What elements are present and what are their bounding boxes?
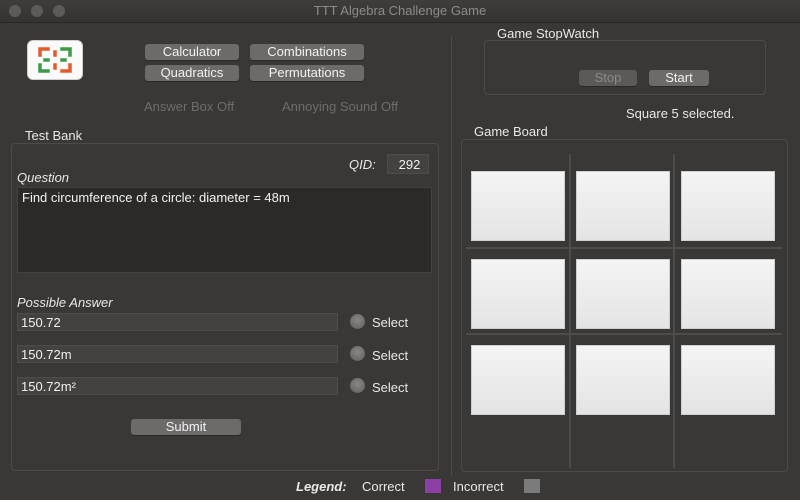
board-gridline — [466, 333, 782, 335]
answer-1-radio[interactable] — [350, 314, 365, 329]
board-square-7[interactable] — [471, 345, 565, 415]
legend-label: Legend: — [296, 479, 347, 494]
answer-1-select-label[interactable]: Select — [372, 315, 408, 330]
board-square-5[interactable] — [576, 259, 670, 329]
answer-box-toggle[interactable]: Answer Box Off — [144, 99, 234, 114]
window-title: TTT Algebra Challenge Game — [313, 3, 487, 18]
board-square-6[interactable] — [681, 259, 775, 329]
answer-2-select-label[interactable]: Select — [372, 348, 408, 363]
answer-field-1[interactable]: 150.72 — [17, 313, 338, 331]
qid-label: QID: — [349, 157, 376, 172]
board-gridline — [673, 154, 675, 468]
answer-field-2[interactable]: 150.72m — [17, 345, 338, 363]
board-gridline — [569, 154, 571, 468]
legend-incorrect-label: Incorrect — [453, 479, 504, 494]
board-square-8[interactable] — [576, 345, 670, 415]
qid-field[interactable]: 292 — [387, 154, 429, 174]
answer-3-select-label[interactable]: Select — [372, 380, 408, 395]
board-square-9[interactable] — [681, 345, 775, 415]
board-square-3[interactable] — [681, 171, 775, 241]
board-gridline — [466, 247, 782, 249]
game-board-title: Game Board — [474, 124, 548, 139]
board-square-2[interactable] — [576, 171, 670, 241]
legend-correct-swatch — [425, 479, 441, 493]
answer-2-radio[interactable] — [350, 346, 365, 361]
board-square-1[interactable] — [471, 171, 565, 241]
app-logo-icon — [27, 40, 83, 80]
title-bar: TTT Algebra Challenge Game — [0, 0, 800, 23]
combinations-button[interactable]: Combinations — [250, 44, 364, 60]
question-text-area[interactable]: Find circumference of a circle: diameter… — [17, 187, 432, 273]
submit-button[interactable]: Submit — [131, 419, 241, 435]
permutations-button[interactable]: Permutations — [250, 65, 364, 81]
stopwatch-panel — [484, 40, 766, 95]
legend-correct-label: Correct — [362, 479, 405, 494]
annoying-sound-toggle[interactable]: Annoying Sound Off — [282, 99, 398, 114]
possible-answer-label: Possible Answer — [17, 295, 113, 310]
stop-button[interactable]: Stop — [579, 70, 637, 86]
answer-3-radio[interactable] — [350, 378, 365, 393]
selection-status: Square 5 selected. — [626, 106, 735, 121]
test-bank-title: Test Bank — [25, 128, 83, 143]
panel-divider — [451, 36, 452, 476]
board-square-4[interactable] — [471, 259, 565, 329]
start-button[interactable]: Start — [649, 70, 709, 86]
answer-field-3[interactable]: 150.72m² — [17, 377, 338, 395]
quadratics-button[interactable]: Quadratics — [145, 65, 239, 81]
legend-incorrect-swatch — [524, 479, 540, 493]
stopwatch-title: Game StopWatch — [497, 26, 600, 41]
calculator-button[interactable]: Calculator — [145, 44, 239, 60]
question-label: Question — [17, 170, 70, 185]
